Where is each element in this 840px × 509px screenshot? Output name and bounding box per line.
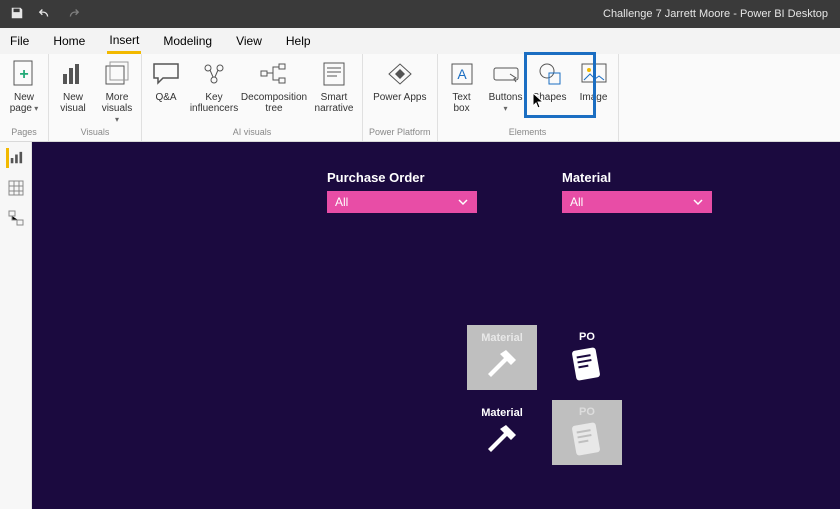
key-influencers-icon <box>198 58 230 90</box>
tile-label: Material <box>481 332 523 344</box>
image-icon <box>578 58 610 90</box>
tile-label: PO <box>579 406 595 418</box>
side-rail <box>0 142 32 509</box>
new-page-icon: + <box>8 58 40 90</box>
decomposition-tree-label: Decompositiontree <box>241 92 307 114</box>
group-visuals-label: Visuals <box>55 125 135 137</box>
new-page-button[interactable]: + Newpage ▾ <box>6 58 42 114</box>
title-bar: Challenge 7 Jarrett Moore - Power BI Des… <box>0 0 840 28</box>
clipboard-icon <box>566 343 608 385</box>
new-page-label: Newpage ▾ <box>10 92 39 114</box>
new-visual-icon <box>57 58 89 90</box>
undo-icon[interactable] <box>38 6 52 23</box>
tile-material-grey[interactable]: Material <box>467 325 537 390</box>
tile-label: PO <box>579 331 595 343</box>
text-box-icon: A <box>446 58 478 90</box>
file-menu[interactable]: File <box>8 30 31 52</box>
chevron-down-icon <box>692 196 704 208</box>
window-title: Challenge 7 Jarrett Moore - Power BI Des… <box>603 8 840 20</box>
group-elements-label: Elements <box>444 125 612 137</box>
buttons-label: Buttons▾ <box>489 92 523 114</box>
slicer-dropdown[interactable]: All <box>562 191 712 213</box>
slicer-label: Material <box>562 170 712 185</box>
image-label: Image <box>580 92 608 103</box>
buttons-icon <box>490 58 522 90</box>
new-visual-button[interactable]: Newvisual <box>55 58 91 114</box>
svg-text:A: A <box>457 66 467 82</box>
key-influencers-label: Keyinfluencers <box>190 92 238 114</box>
tab-modeling[interactable]: Modeling <box>161 30 214 52</box>
group-visuals: Newvisual Morevisuals ▾ Visuals <box>49 54 142 141</box>
power-apps-button[interactable]: Power Apps <box>370 58 430 103</box>
slicer-material: Material All <box>562 170 712 213</box>
slicer-purchase-order: Purchase Order All <box>327 170 477 213</box>
more-visuals-label: Morevisuals ▾ <box>99 92 135 125</box>
model-view-button[interactable] <box>6 208 26 228</box>
text-box-label: Textbox <box>452 92 470 114</box>
workspace: Purchase Order All Material All Material… <box>0 142 840 509</box>
menu-bar: File Home Insert Modeling View Help <box>0 28 840 54</box>
power-apps-icon <box>384 58 416 90</box>
text-box-button[interactable]: A Textbox <box>444 58 480 114</box>
save-icon[interactable] <box>10 6 24 23</box>
report-view-button[interactable] <box>6 148 26 168</box>
clipboard-icon <box>566 418 608 460</box>
hammer-icon <box>482 419 522 459</box>
smart-narrative-button[interactable]: Smartnarrative <box>312 58 356 114</box>
hammer-icon <box>482 344 522 384</box>
smart-narrative-label: Smartnarrative <box>315 92 354 114</box>
slicer-value: All <box>570 195 583 209</box>
slicer-label: Purchase Order <box>327 170 477 185</box>
cursor-icon <box>532 92 546 110</box>
qna-button[interactable]: Q&A <box>148 58 184 103</box>
group-ai-visuals: Q&A Keyinfluencers Decompositiontree Sma… <box>142 54 363 141</box>
ribbon: + Newpage ▾ Pages Newvisual Morevisuals … <box>0 54 840 142</box>
more-visuals-button[interactable]: Morevisuals ▾ <box>99 58 135 125</box>
smart-narrative-icon <box>318 58 350 90</box>
group-power-platform: Power Apps Power Platform <box>363 54 438 141</box>
tab-help[interactable]: Help <box>284 30 313 52</box>
group-pages-label: Pages <box>6 125 42 137</box>
report-canvas[interactable]: Purchase Order All Material All Material… <box>32 142 840 509</box>
group-elements: A Textbox Buttons▾ Shapes Image Elements <box>438 54 619 141</box>
key-influencers-button[interactable]: Keyinfluencers <box>192 58 236 114</box>
group-power-platform-label: Power Platform <box>369 125 431 137</box>
image-button[interactable]: Image <box>576 58 612 103</box>
group-pages: + Newpage ▾ Pages <box>0 54 49 141</box>
more-visuals-icon <box>101 58 133 90</box>
tile-material-dark[interactable]: Material <box>467 400 537 465</box>
tab-home[interactable]: Home <box>51 30 87 52</box>
chevron-down-icon <box>457 196 469 208</box>
tile-label: Material <box>481 407 523 419</box>
new-visual-label: Newvisual <box>60 92 86 114</box>
tile-po-dark[interactable]: PO <box>552 325 622 390</box>
slicer-dropdown[interactable]: All <box>327 191 477 213</box>
tab-view[interactable]: View <box>234 30 264 52</box>
group-ai-visuals-label: AI visuals <box>148 125 356 137</box>
tab-insert[interactable]: Insert <box>107 29 141 54</box>
qna-icon <box>150 58 182 90</box>
svg-text:+: + <box>19 66 28 83</box>
slicer-value: All <box>335 195 348 209</box>
redo-icon[interactable] <box>66 6 80 23</box>
power-apps-label: Power Apps <box>373 92 426 103</box>
buttons-button[interactable]: Buttons▾ <box>488 58 524 114</box>
decomposition-tree-button[interactable]: Decompositiontree <box>244 58 304 114</box>
data-view-button[interactable] <box>6 178 26 198</box>
tile-po-grey[interactable]: PO <box>552 400 622 465</box>
decomposition-tree-icon <box>258 58 290 90</box>
qna-label: Q&A <box>155 92 176 103</box>
shapes-icon <box>534 58 566 90</box>
